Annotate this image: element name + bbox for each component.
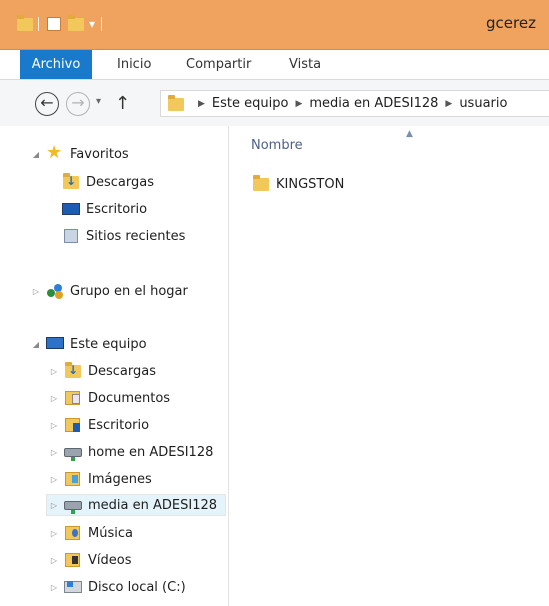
local-disk-icon [64, 579, 82, 595]
expand-arrow-icon[interactable]: ▷ [48, 501, 60, 510]
nav-label: home en ADESI128 [88, 444, 214, 460]
tab-inicio[interactable]: Inicio [117, 50, 151, 79]
desktop-folder-icon [64, 417, 82, 433]
expand-arrow-icon[interactable]: ▷ [48, 421, 60, 430]
title-bar: ▾ gcerez [0, 0, 549, 50]
nav-este-equipo[interactable]: ◢ Este equipo [30, 333, 147, 355]
expand-arrow-icon[interactable]: ▷ [48, 367, 60, 376]
nav-favoritos-descargas[interactable]: Descargas [62, 171, 154, 193]
collapse-arrow-icon[interactable]: ◢ [30, 340, 42, 349]
nav-documentos[interactable]: ▷ Documentos [48, 387, 170, 409]
nav-label: Música [88, 525, 133, 541]
new-folder-icon[interactable] [67, 15, 84, 32]
tab-compartir[interactable]: Compartir [186, 50, 251, 79]
tab-archivo[interactable]: Archivo [20, 50, 92, 79]
up-button[interactable]: ↑ [115, 93, 130, 114]
expand-arrow-icon[interactable]: ▷ [48, 529, 60, 538]
nav-favoritos-escritorio[interactable]: Escritorio [62, 198, 147, 220]
recent-places-icon [62, 228, 80, 244]
expand-arrow-icon[interactable]: ▷ [48, 475, 60, 484]
nav-label: Grupo en el hogar [70, 283, 188, 299]
nav-label: Descargas [88, 363, 157, 379]
navigation-pane: ◢ ★ Favoritos Descargas Escritorio Sitio… [0, 126, 229, 606]
nav-label: Descargas [86, 174, 155, 190]
computer-icon [46, 336, 64, 352]
folder-icon [16, 15, 33, 32]
recent-locations-button[interactable]: ▾ [96, 96, 101, 107]
nav-label: Escritorio [88, 417, 150, 433]
breadcrumb-separator[interactable]: ▶ [198, 99, 205, 109]
nav-musica[interactable]: ▷ Música [48, 522, 133, 544]
folder-icon [252, 175, 270, 192]
homegroup-icon [46, 283, 64, 299]
network-drive-icon [64, 497, 82, 514]
nav-label: Documentos [88, 390, 171, 406]
network-drive-icon [64, 444, 82, 461]
nav-favoritos[interactable]: ◢ ★ Favoritos [30, 143, 129, 165]
nav-label: media en ADESI128 [88, 497, 218, 513]
nav-videos[interactable]: ▷ Vídeos [48, 549, 132, 571]
properties-icon[interactable] [45, 16, 61, 32]
nav-label: Imágenes [88, 471, 152, 487]
address-bar[interactable]: ▶ Este equipo ▶ media en ADESI128 ▶ usua… [160, 90, 549, 117]
documents-icon [64, 390, 82, 406]
nav-label: Favoritos [70, 146, 129, 162]
nav-equipo-descargas[interactable]: ▷ Descargas [48, 360, 156, 382]
nav-sitios-recientes[interactable]: Sitios recientes [62, 225, 185, 247]
desktop-icon [62, 201, 80, 217]
nav-label: Escritorio [86, 201, 148, 217]
nav-label: Este equipo [70, 336, 147, 352]
nav-label: Vídeos [88, 552, 132, 568]
sort-ascending-icon: ▲ [406, 129, 413, 139]
forward-button[interactable]: → [66, 92, 90, 116]
nav-media-en-adesi128[interactable]: ▷ media en ADESI128 [46, 494, 226, 516]
quick-access-toolbar: ▾ [16, 15, 103, 32]
breadcrumb-media-en-adesi128[interactable]: media en ADESI128 [309, 96, 438, 111]
downloads-folder-icon [64, 362, 82, 379]
nav-disco-local-c[interactable]: ▷ Disco local (C:) [48, 576, 186, 598]
customize-toolbar-icon[interactable]: ▾ [89, 17, 95, 31]
videos-icon [64, 552, 82, 568]
ribbon-tabs: Archivo Inicio Compartir Vista [0, 50, 549, 80]
address-row: ← → ▾ ↑ ▶ Este equipo ▶ media en ADESI12… [0, 80, 549, 126]
nav-label: Disco local (C:) [88, 579, 186, 595]
toolbar-separator [38, 17, 39, 31]
star-icon: ★ [46, 142, 63, 163]
nav-home-en-adesi128[interactable]: ▷ home en ADESI128 [48, 441, 213, 463]
nav-imagenes[interactable]: ▷ Imágenes [48, 468, 152, 490]
back-button[interactable]: ← [35, 92, 59, 116]
breadcrumb-separator[interactable]: ▶ [295, 99, 302, 109]
music-icon [64, 525, 82, 541]
nav-grupo-hogar[interactable]: ▷ Grupo en el hogar [30, 280, 188, 302]
breadcrumb-este-equipo[interactable]: Este equipo [212, 96, 289, 111]
window-title: gcerez [486, 14, 536, 32]
nav-label: Sitios recientes [86, 228, 186, 244]
breadcrumb-separator[interactable]: ▶ [445, 99, 452, 109]
downloads-folder-icon [62, 173, 80, 190]
tab-vista[interactable]: Vista [289, 50, 321, 79]
expand-arrow-icon[interactable]: ▷ [30, 287, 42, 296]
column-header-nombre[interactable]: Nombre [251, 138, 303, 153]
folder-icon [167, 94, 185, 112]
expand-arrow-icon[interactable]: ▷ [48, 583, 60, 592]
toolbar-separator [101, 17, 103, 31]
expand-arrow-icon[interactable]: ▷ [48, 448, 60, 457]
expand-arrow-icon[interactable]: ▷ [48, 556, 60, 565]
file-list: ▲ Nombre KINGSTON [229, 126, 549, 606]
expand-arrow-icon[interactable]: ▷ [48, 394, 60, 403]
pictures-icon [64, 471, 82, 487]
nav-equipo-escritorio[interactable]: ▷ Escritorio [48, 414, 149, 436]
file-item[interactable]: KINGSTON [252, 174, 344, 194]
file-name: KINGSTON [276, 176, 345, 192]
breadcrumb-usuario[interactable]: usuario [459, 96, 507, 111]
collapse-arrow-icon[interactable]: ◢ [30, 150, 42, 159]
